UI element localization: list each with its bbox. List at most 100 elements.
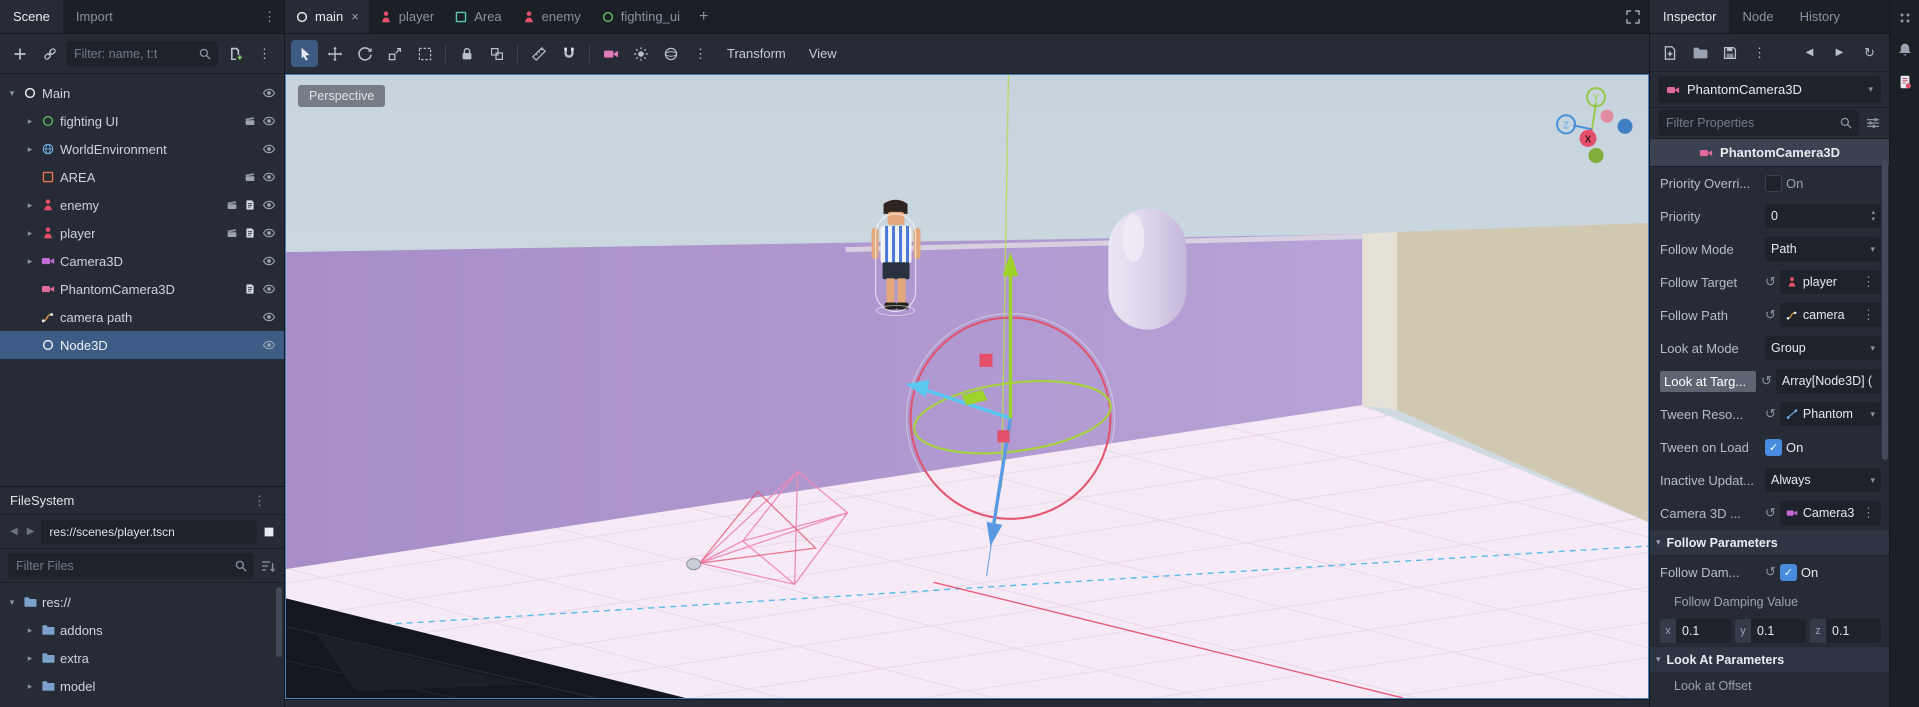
tab-history[interactable]: History — [1787, 0, 1853, 33]
collapse-arrow-icon[interactable]: ▸ — [24, 200, 36, 211]
close-icon[interactable]: × — [351, 9, 359, 24]
options-menu-icon[interactable]: ⋮ — [1862, 274, 1875, 290]
bottom-panel-edge[interactable] — [285, 699, 1649, 707]
collapse-arrow-icon[interactable]: ▸ — [24, 256, 36, 267]
instanced-scene-icon[interactable] — [226, 227, 238, 239]
resource-extra-menu-icon[interactable]: ⋮ — [1746, 39, 1773, 66]
sun-settings-button[interactable] — [627, 40, 654, 67]
fs-item-addons[interactable]: ▸ addons — [0, 616, 284, 644]
collapse-arrow-icon[interactable]: ▸ — [24, 144, 36, 155]
scene-tab-area[interactable]: Area — [444, 0, 511, 33]
tween-resource-picker[interactable]: Phantom ▾ — [1779, 402, 1881, 426]
environment-settings-button[interactable] — [657, 40, 684, 67]
look-at-targets-array-button[interactable]: Array[Node3D] ( — [1775, 369, 1881, 393]
follow-mode-dropdown[interactable]: Path ▾ — [1765, 237, 1881, 261]
expand-viewport-icon[interactable] — [1617, 0, 1649, 33]
follow-damping-checkbox[interactable] — [1779, 563, 1797, 581]
visibility-eye-icon[interactable] — [262, 226, 276, 240]
object-history-icon[interactable]: ↻ — [1856, 39, 1883, 66]
nav-back-icon[interactable]: ◀ — [8, 526, 20, 537]
tween-on-load-checkbox[interactable] — [1765, 438, 1782, 456]
collapse-arrow-icon[interactable]: ▸ — [24, 681, 36, 692]
sort-files-icon[interactable] — [260, 558, 276, 574]
doc-icon[interactable] — [1897, 74, 1913, 90]
revert-icon[interactable]: ↺ — [1765, 307, 1776, 323]
visibility-eye-icon[interactable] — [262, 198, 276, 212]
vector-y-field[interactable]: y 0.1 — [1735, 619, 1806, 643]
scene-tree-item-enemy[interactable]: ▸ enemy — [0, 191, 284, 219]
visibility-eye-icon[interactable] — [262, 338, 276, 352]
capsule-mesh[interactable] — [1108, 208, 1187, 330]
look-at-mode-dropdown[interactable]: Group ▾ — [1765, 336, 1881, 360]
axis-neg-y-ball[interactable] — [1588, 147, 1604, 164]
scene-tree-item-camera3d[interactable]: ▸ Camera3D — [0, 247, 284, 275]
perspective-button[interactable]: Perspective — [298, 85, 386, 107]
scene-tree-item-player[interactable]: ▸ player — [0, 219, 284, 247]
tab-node[interactable]: Node — [1729, 0, 1786, 33]
follow-path-picker[interactable]: camera ⋮ — [1779, 303, 1881, 327]
scene-tab-enemy[interactable]: enemy — [512, 0, 591, 33]
fs-item-extra[interactable]: ▸ extra — [0, 644, 284, 672]
options-menu-icon[interactable]: ⋮ — [1862, 505, 1875, 521]
camera-preview-button[interactable] — [597, 40, 624, 67]
instanced-scene-icon[interactable] — [244, 115, 256, 127]
visibility-eye-icon[interactable] — [262, 310, 276, 324]
scene-tab-fighting-ui[interactable]: fighting_ui — [591, 0, 690, 33]
attach-script-button[interactable] — [221, 40, 248, 67]
vector-z-field[interactable]: z 0.1 — [1810, 619, 1881, 643]
visibility-eye-icon[interactable] — [262, 170, 276, 184]
script-icon[interactable] — [244, 227, 256, 239]
revert-icon[interactable]: ↺ — [1765, 274, 1776, 290]
collapse-arrow-icon[interactable]: ▾ — [6, 88, 18, 99]
section-follow-parameters[interactable]: ▾ Follow Parameters — [1650, 530, 1889, 556]
instanced-scene-icon[interactable] — [226, 199, 238, 211]
follow-target-picker[interactable]: player ⋮ — [1779, 270, 1881, 294]
scene-tree-item-node3d[interactable]: Node3D — [0, 331, 284, 359]
revert-icon[interactable]: ↺ — [1761, 373, 1772, 389]
scene-tab-player[interactable]: player — [369, 0, 444, 33]
scene-tab-main[interactable]: main × — [285, 0, 369, 33]
toggle-split-mode-icon[interactable] — [262, 525, 276, 539]
priority-spinbox[interactable]: 0 ▴ ▾ — [1765, 204, 1881, 228]
property-filter-input[interactable] — [1666, 116, 1833, 130]
collapse-arrow-icon[interactable]: ▸ — [24, 653, 36, 664]
move-tool-button[interactable] — [321, 40, 348, 67]
spinner-arrows-icon[interactable]: ▴ ▾ — [1871, 209, 1875, 223]
scale-tool-button[interactable] — [381, 40, 408, 67]
fs-item-res[interactable]: ▾ res:// — [0, 588, 284, 616]
scene-filter-input[interactable] — [74, 46, 192, 61]
visibility-eye-icon[interactable] — [262, 254, 276, 268]
scene-tree-item-worldenvironment[interactable]: ▸ WorldEnvironment — [0, 135, 284, 163]
edited-object-dropdown[interactable]: PhantomCamera3D ▾ — [1658, 76, 1881, 103]
script-icon[interactable] — [244, 283, 256, 295]
filesystem-scrollbar[interactable] — [276, 587, 282, 657]
ruler-tool-button[interactable] — [525, 40, 552, 67]
vector-x-field[interactable]: x 0.1 — [1660, 619, 1731, 643]
toolbar-overflow-icon[interactable]: ⋮ — [687, 40, 714, 67]
save-resource-button[interactable] — [1716, 39, 1743, 66]
scene-tree-item-fighting-ui[interactable]: ▸ fighting UI — [0, 107, 284, 135]
new-scene-tab-button[interactable]: + — [690, 0, 717, 33]
revert-icon[interactable]: ↺ — [1765, 564, 1776, 580]
scene-tree-item-camera-path[interactable]: camera path — [0, 303, 284, 331]
options-menu-icon[interactable]: ⋮ — [1862, 307, 1875, 323]
tab-inspector[interactable]: Inspector — [1650, 0, 1730, 33]
camera3d-gizmo-body[interactable] — [686, 558, 702, 571]
fs-item-model[interactable]: ▸ model — [0, 672, 284, 700]
instanced-scene-icon[interactable] — [244, 171, 256, 183]
revert-icon[interactable]: ↺ — [1765, 505, 1776, 521]
collapse-arrow-icon[interactable]: ▸ — [24, 228, 36, 239]
priority-override-checkbox[interactable] — [1765, 174, 1782, 192]
collapse-arrow-icon[interactable]: ▸ — [24, 116, 36, 127]
select-tool-button[interactable] — [291, 40, 318, 67]
collapse-arrow-icon[interactable]: ▸ — [24, 625, 36, 636]
viewport-3d-scene[interactable]: Y Z X — [286, 75, 1648, 698]
tune-filter-icon[interactable] — [1865, 115, 1881, 131]
filesystem-menu-icon[interactable]: ⋮ — [245, 493, 274, 509]
scene-panel-menu-icon[interactable]: ⋮ — [255, 0, 284, 33]
script-icon[interactable] — [244, 199, 256, 211]
scene-tree-item-area[interactable]: AREA — [0, 163, 284, 191]
view-menu[interactable]: View — [799, 40, 847, 67]
snap-toggle-button[interactable] — [555, 40, 582, 67]
visibility-eye-icon[interactable] — [262, 114, 276, 128]
